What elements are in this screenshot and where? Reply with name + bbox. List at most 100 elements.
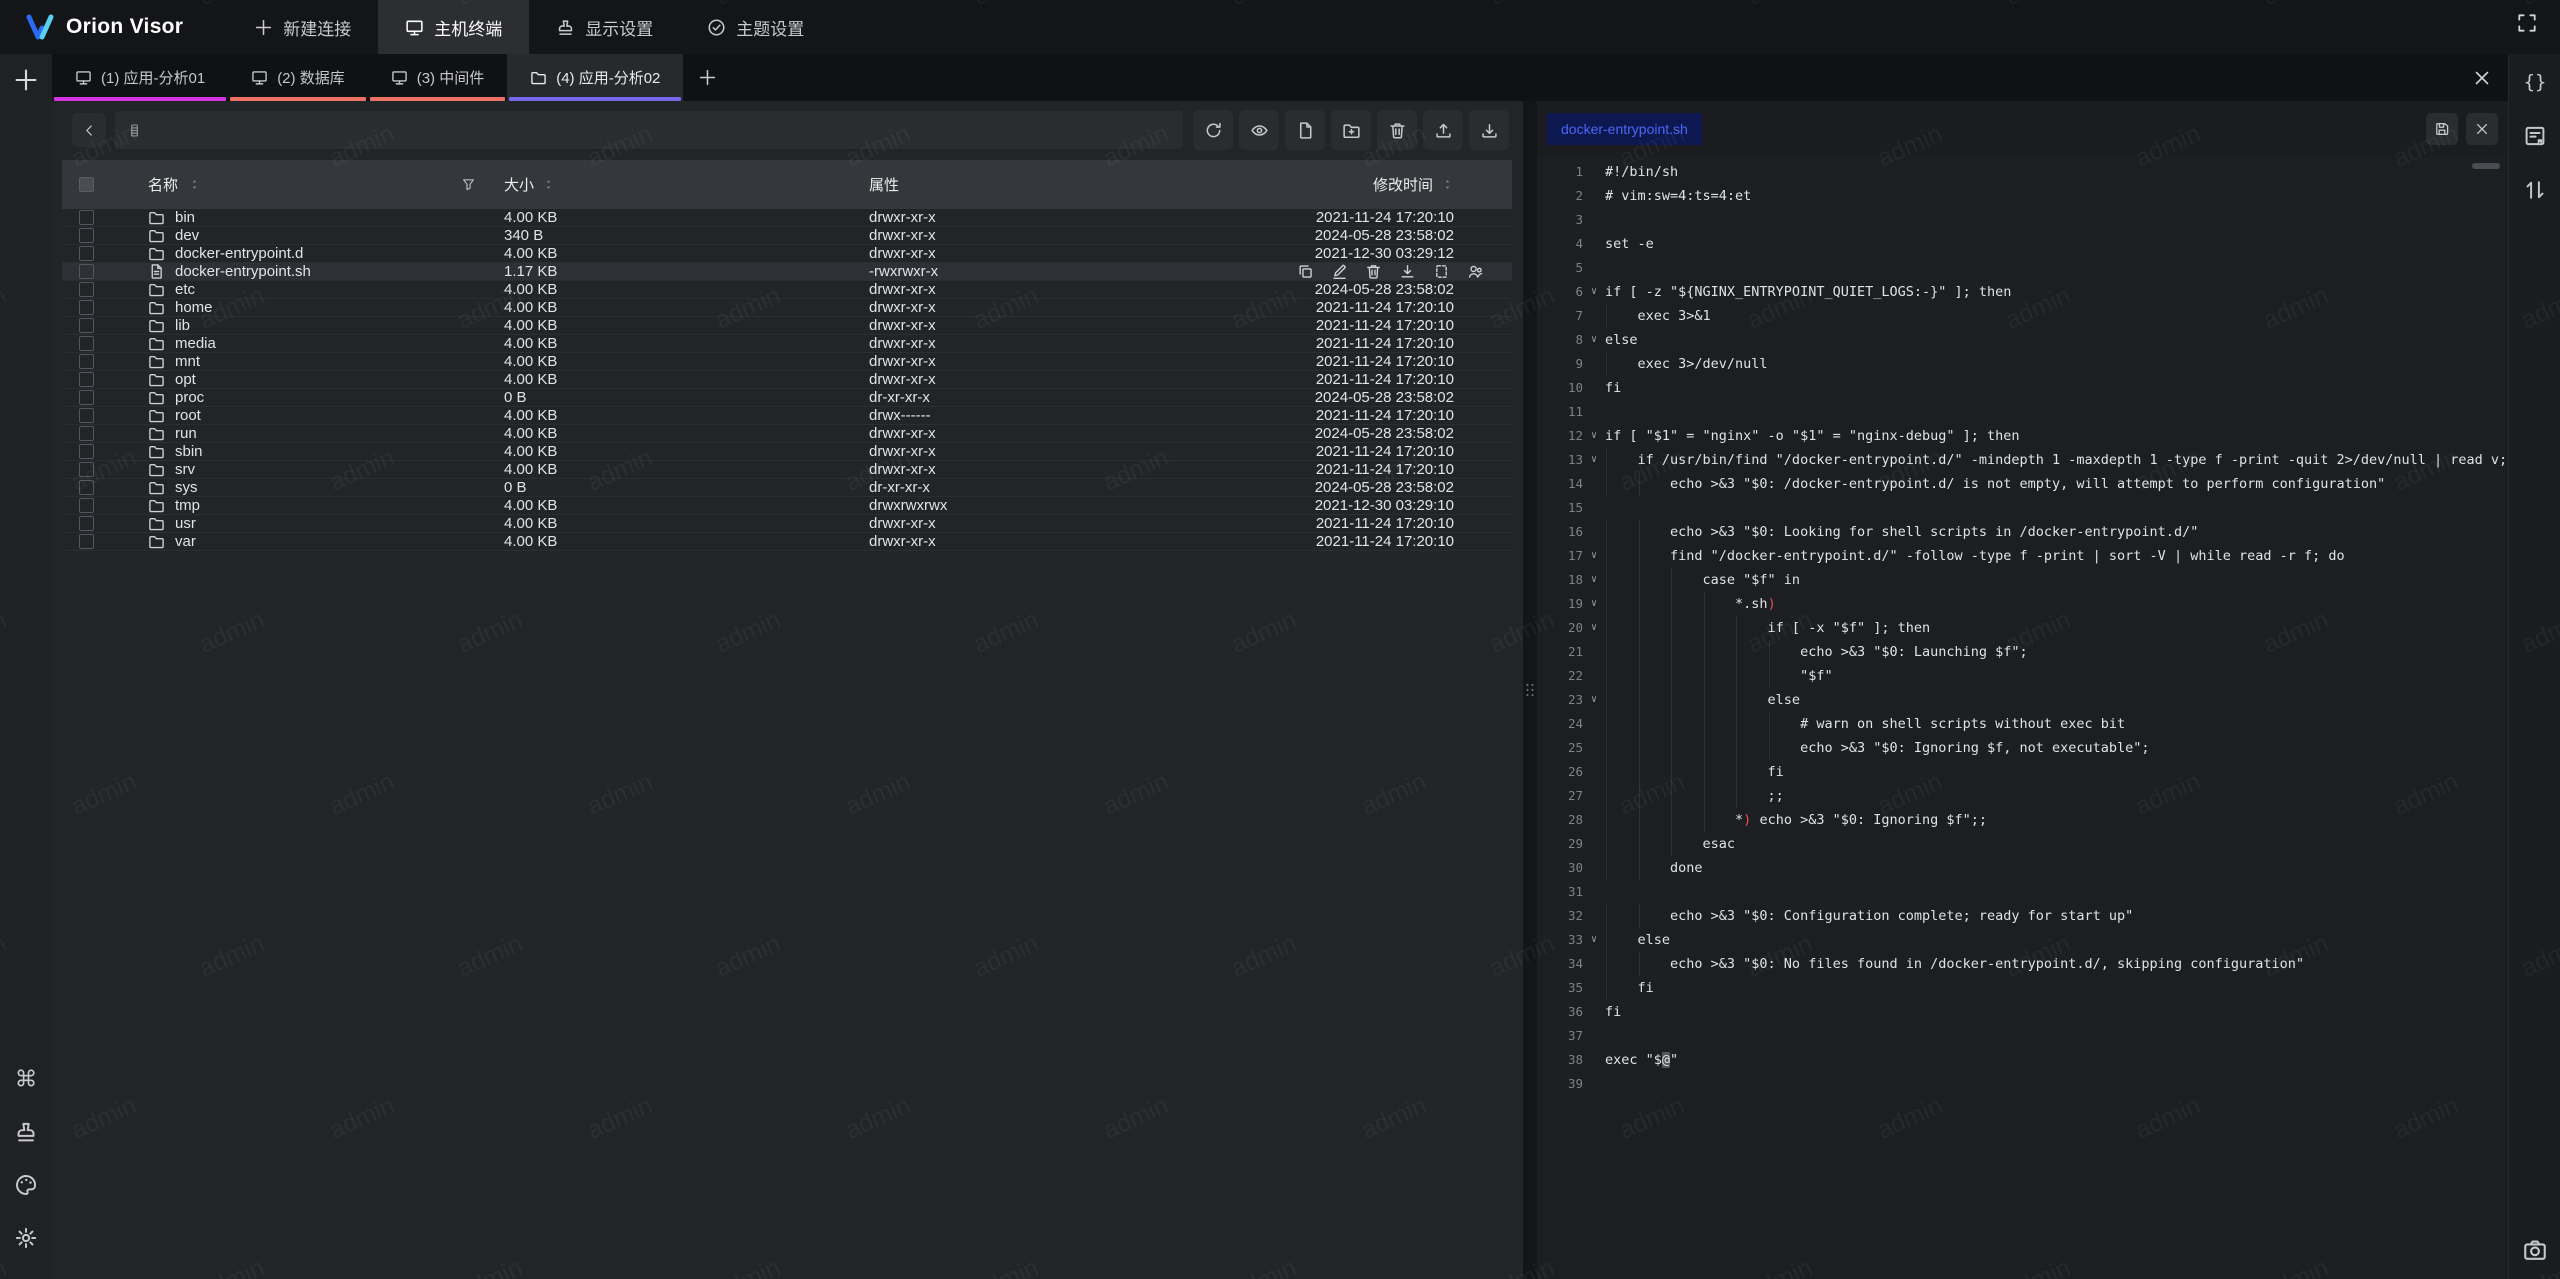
table-row[interactable]: proc0 Bdr-xr-xr-x2024-05-28 23:58:02: [62, 389, 1512, 407]
terminal-tab-2[interactable]: (3) 中间件: [368, 54, 508, 101]
header-size[interactable]: 大小: [482, 174, 847, 195]
terminal-tab-3[interactable]: (4) 应用-分析02: [507, 54, 683, 101]
gear-button[interactable]: [14, 1226, 38, 1250]
table-row[interactable]: lib4.00 KBdrwxr-xr-x2021-11-24 17:20:10: [62, 317, 1512, 335]
new-folder-button[interactable]: [1331, 110, 1371, 150]
fold-gutter: [1583, 664, 1605, 688]
braces-button[interactable]: {}: [2523, 70, 2547, 94]
row-checkbox[interactable]: [79, 264, 94, 279]
terminal-tab-1[interactable]: (2) 数据库: [228, 54, 368, 101]
sort-icon[interactable]: [188, 177, 201, 192]
row-checkbox[interactable]: [79, 498, 94, 513]
fold-toggle-icon[interactable]: ∨: [1583, 568, 1605, 592]
table-row[interactable]: dev340 Bdrwxr-xr-x2024-05-28 23:58:02: [62, 227, 1512, 245]
table-row[interactable]: root4.00 KBdrwx------2021-11-24 17:20:10: [62, 407, 1512, 425]
editor-file-tab[interactable]: docker-entrypoint.sh: [1547, 113, 1702, 145]
table-row[interactable]: opt4.00 KBdrwxr-xr-x2021-11-24 17:20:10: [62, 371, 1512, 389]
table-row[interactable]: usr4.00 KBdrwxr-xr-x2021-11-24 17:20:10: [62, 515, 1512, 533]
close-editor-button[interactable]: [2466, 113, 2498, 145]
palette-button[interactable]: [14, 1173, 38, 1197]
table-row[interactable]: tmp4.00 KBdrwxrwxrwx2021-12-30 03:29:10: [62, 497, 1512, 515]
sort-icon[interactable]: [1441, 177, 1454, 192]
header-name[interactable]: 名称: [110, 174, 482, 195]
nav-item-1[interactable]: 主机终端: [378, 0, 529, 54]
header-mtime[interactable]: 修改时间: [1267, 174, 1512, 195]
nav-item-2[interactable]: 显示设置: [529, 0, 680, 54]
table-row[interactable]: srv4.00 KBdrwxr-xr-x2021-11-24 17:20:10: [62, 461, 1512, 479]
table-row[interactable]: home4.00 KBdrwxr-xr-x2021-11-24 17:20:10: [62, 299, 1512, 317]
row-checkbox[interactable]: [79, 210, 94, 225]
table-row[interactable]: media4.00 KBdrwxr-xr-x2021-11-24 17:20:1…: [62, 335, 1512, 353]
row-checkbox[interactable]: [79, 300, 94, 315]
row-checkbox[interactable]: [79, 318, 94, 333]
row-checkbox[interactable]: [79, 354, 94, 369]
table-row[interactable]: var4.00 KBdrwxr-xr-x2021-11-24 17:20:10: [62, 533, 1512, 551]
edit-action-icon[interactable]: [1331, 263, 1348, 280]
fullscreen-button[interactable]: [2516, 12, 2546, 42]
row-checkbox[interactable]: [79, 444, 94, 459]
table-row[interactable]: docker-entrypoint.d4.00 KBdrwxr-xr-x2021…: [62, 245, 1512, 263]
command-button[interactable]: ⌘: [14, 1067, 38, 1091]
filter-icon[interactable]: [461, 177, 476, 192]
terminal-tab-0[interactable]: (1) 应用-分析01: [52, 54, 228, 101]
panel-resize-handle[interactable]: [1523, 101, 1537, 1279]
row-checkbox[interactable]: [79, 336, 94, 351]
fold-toggle-icon[interactable]: ∨: [1583, 544, 1605, 568]
fold-toggle-icon[interactable]: ∨: [1583, 592, 1605, 616]
row-checkbox[interactable]: [79, 426, 94, 441]
code-editor[interactable]: 1#!/bin/sh2# vim:sw=4:ts=4:et34set -e56∨…: [1537, 157, 2508, 1279]
row-checkbox[interactable]: [79, 228, 94, 243]
download-line-action-icon[interactable]: [1399, 263, 1416, 280]
table-row[interactable]: sbin4.00 KBdrwxr-xr-x2021-11-24 17:20:10: [62, 443, 1512, 461]
fold-toggle-icon[interactable]: ∨: [1583, 424, 1605, 448]
delete-button[interactable]: [1377, 110, 1417, 150]
table-row[interactable]: run4.00 KBdrwxr-xr-x2024-05-28 23:58:02: [62, 425, 1512, 443]
path-input[interactable]: [150, 121, 1171, 139]
row-checkbox[interactable]: [79, 480, 94, 495]
upload-button[interactable]: [1423, 110, 1463, 150]
updown-button[interactable]: [2523, 178, 2547, 202]
row-checkbox[interactable]: [79, 246, 94, 261]
row-checkbox[interactable]: [79, 534, 94, 549]
row-checkbox[interactable]: [79, 408, 94, 423]
fold-toggle-icon[interactable]: ∨: [1583, 688, 1605, 712]
table-row[interactable]: etc4.00 KBdrwxr-xr-x2024-05-28 23:58:02: [62, 281, 1512, 299]
table-row[interactable]: mnt4.00 KBdrwxr-xr-x2021-11-24 17:20:10: [62, 353, 1512, 371]
new-tab-button[interactable]: [683, 54, 731, 101]
screenshot-button[interactable]: [2522, 1237, 2548, 1263]
nav-item-0[interactable]: 新建连接: [227, 0, 378, 54]
table-row[interactable]: sys0 Bdr-xr-xr-x2024-05-28 23:58:02: [62, 479, 1512, 497]
fold-toggle-icon[interactable]: ∨: [1583, 928, 1605, 952]
stamp-button[interactable]: [14, 1120, 38, 1144]
row-checkbox[interactable]: [79, 462, 94, 477]
fold-toggle-icon[interactable]: ∨: [1583, 616, 1605, 640]
new-terminal-button[interactable]: [13, 67, 39, 93]
preview-button[interactable]: [1239, 110, 1279, 150]
sort-icon[interactable]: [542, 177, 555, 192]
refresh-button[interactable]: [1193, 110, 1233, 150]
delete-action-icon[interactable]: [1365, 263, 1382, 280]
copy-action-icon[interactable]: [1297, 263, 1314, 280]
row-checkbox[interactable]: [79, 282, 94, 297]
fold-toggle-icon[interactable]: ∨: [1583, 280, 1605, 304]
select-all-checkbox[interactable]: [79, 177, 94, 192]
fold-toggle-icon[interactable]: ∨: [1583, 448, 1605, 472]
close-panel-button[interactable]: [2472, 68, 2492, 88]
row-checkbox[interactable]: [79, 516, 94, 531]
save-button[interactable]: [2426, 113, 2458, 145]
moveto-action-icon[interactable]: [1433, 263, 1450, 280]
table-row[interactable]: docker-entrypoint.sh1.17 KB-rwxrwxr-x: [62, 263, 1512, 281]
nav-item-3[interactable]: 主题设置: [680, 0, 831, 54]
fold-toggle-icon[interactable]: ∨: [1583, 328, 1605, 352]
line-number: 37: [1537, 1024, 1583, 1048]
back-button[interactable]: [72, 113, 106, 147]
row-checkbox[interactable]: [79, 372, 94, 387]
permission-action-icon[interactable]: [1467, 263, 1484, 280]
notes-button[interactable]: [2523, 124, 2547, 148]
path-input-box[interactable]: [115, 111, 1183, 149]
new-file-button[interactable]: [1285, 110, 1325, 150]
row-checkbox[interactable]: [79, 390, 94, 405]
file-name: usr: [175, 515, 196, 532]
download-button[interactable]: [1469, 110, 1509, 150]
table-row[interactable]: bin4.00 KBdrwxr-xr-x2021-11-24 17:20:10: [62, 209, 1512, 227]
